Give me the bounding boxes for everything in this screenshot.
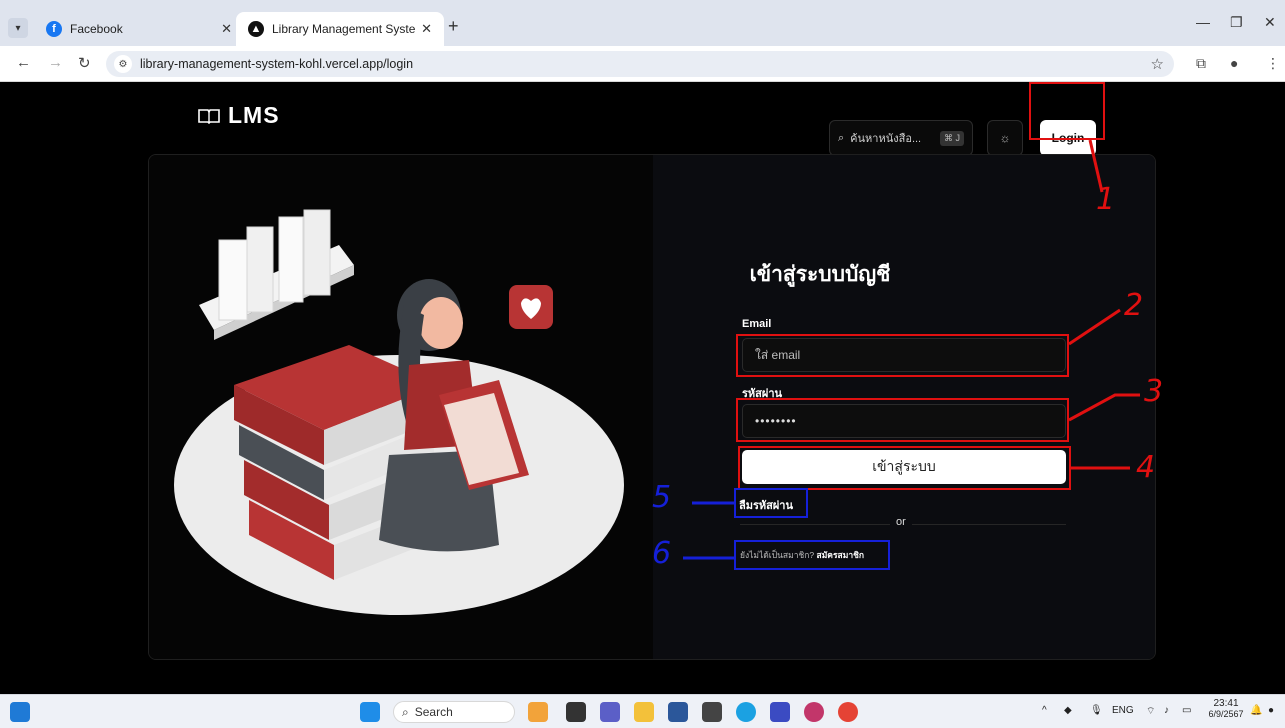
close-tab-icon[interactable]: ✕: [421, 21, 432, 37]
web-page: LMS ⌕ ค้นหาหนังสือ... ⌘ J ☼ Login เข้าสู…: [0, 82, 1285, 694]
close-window-icon[interactable]: ✕: [1264, 14, 1276, 31]
reload-icon[interactable]: ↻: [78, 54, 91, 72]
tray-chevron-icon[interactable]: ^: [1042, 705, 1047, 716]
address-bar-row: ← → ↻ ⚙ library-management-system-kohl.v…: [0, 46, 1285, 82]
url-text: library-management-system-kohl.vercel.ap…: [140, 57, 414, 71]
facebook-icon: f: [46, 21, 62, 37]
minimize-icon[interactable]: —: [1196, 14, 1210, 30]
teams-icon[interactable]: [600, 702, 620, 722]
app-icon-pink[interactable]: [804, 702, 824, 722]
date-text: 6/9/2567: [1208, 709, 1244, 719]
app-icon-blue[interactable]: [770, 702, 790, 722]
taskbar-search-label: Search: [414, 705, 453, 719]
bookmark-star-icon[interactable]: ☆: [1151, 55, 1164, 73]
annotation-number-5: 5: [652, 480, 672, 515]
search-icon: ⌕: [402, 704, 409, 719]
tab-title: Facebook: [70, 22, 123, 36]
app-shield-icon[interactable]: [702, 702, 722, 722]
tab-title: Library Management System: [272, 22, 416, 36]
back-icon[interactable]: ←: [16, 54, 31, 71]
annotation-box-5: [734, 488, 808, 518]
clock[interactable]: 23:41 6/9/2567: [1206, 698, 1246, 719]
user-avatar[interactable]: ●: [1268, 705, 1274, 716]
browser-tab-bar: ▾ f Facebook ✕ ▲ Library Management Syst…: [0, 0, 1285, 46]
task-view-icon[interactable]: [566, 702, 586, 722]
language-indicator[interactable]: ENG: [1112, 705, 1134, 716]
microphone-icon[interactable]: 🎙: [1090, 705, 1103, 716]
annotation-number-1: 1: [1096, 182, 1116, 217]
forward-icon[interactable]: →: [48, 54, 63, 71]
store-icon[interactable]: [668, 702, 688, 722]
edge-icon[interactable]: [736, 702, 756, 722]
annotation-number-6: 6: [652, 536, 672, 571]
taskbar-search[interactable]: ⌕ Search: [393, 701, 515, 723]
profile-avatar[interactable]: ●: [1230, 55, 1238, 71]
start-menu-icon[interactable]: [360, 702, 380, 722]
battery-icon[interactable]: ▭: [1182, 705, 1191, 716]
annotation-number-3: 3: [1144, 374, 1164, 409]
notification-bell-icon[interactable]: 🔔: [1250, 705, 1262, 716]
time-text: 23:41: [1213, 698, 1239, 709]
browser-menu-icon[interactable]: ⋮: [1266, 55, 1280, 72]
file-explorer-icon[interactable]: [634, 702, 654, 722]
copilot-icon[interactable]: [528, 702, 548, 722]
chrome-icon[interactable]: [838, 702, 858, 722]
annotation-box-6: [734, 540, 890, 570]
restore-icon[interactable]: ❐: [1230, 14, 1243, 31]
site-info-icon[interactable]: ⚙: [114, 55, 132, 73]
app-icon: ▲: [248, 21, 264, 37]
annotation-number-2: 2: [1124, 288, 1144, 323]
extensions-icon[interactable]: ⧉: [1196, 55, 1206, 72]
wifi-icon[interactable]: ⌔: [1146, 705, 1155, 718]
new-tab-button[interactable]: +: [448, 16, 459, 37]
close-tab-icon[interactable]: ✕: [221, 21, 232, 37]
tab-search-button[interactable]: ▾: [8, 18, 28, 38]
tab-library-management[interactable]: ▲ Library Management System ✕: [236, 12, 444, 46]
volume-icon[interactable]: ♪: [1164, 705, 1169, 716]
widgets-icon[interactable]: [10, 702, 30, 722]
annotation-number-4: 4: [1136, 450, 1156, 485]
tab-facebook[interactable]: f Facebook ✕: [34, 12, 244, 46]
url-bar[interactable]: ⚙ library-management-system-kohl.vercel.…: [106, 51, 1174, 77]
windows-taskbar: ⌕ Search ^ ◆ 🎙 ENG ⌔ ♪ ▭ 23:41 6/9/2567 …: [0, 694, 1285, 728]
tray-app-icon[interactable]: ◆: [1064, 705, 1072, 716]
annotation-lines: [683, 139, 1140, 560]
